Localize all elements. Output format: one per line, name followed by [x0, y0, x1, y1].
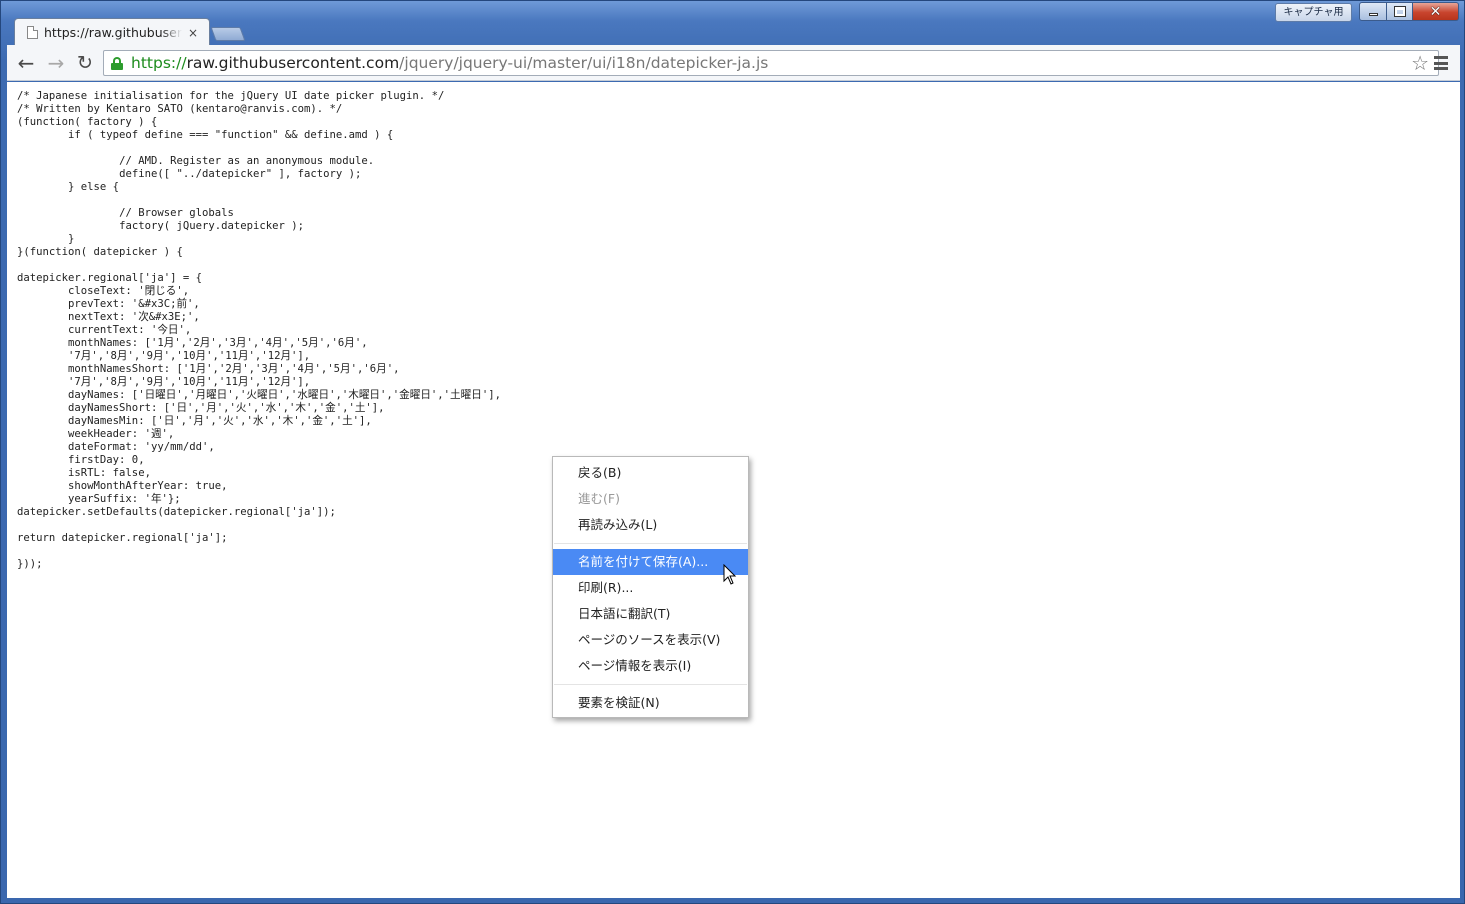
toolbar: ← → ↻ https://raw.githubusercontent.com/…	[7, 45, 1460, 81]
close-window-button[interactable]: ✕	[1413, 2, 1459, 21]
url-text: https://raw.githubusercontent.com/jquery…	[131, 54, 768, 72]
url-path: /jquery/jquery-ui/master/ui/i18n/datepic…	[399, 54, 769, 72]
tab-active[interactable]: https://raw.githubusercontent.com/jquery…	[14, 18, 210, 46]
context-menu: 戻る(B) 進む(F) 再読み込み(L) 名前を付けて保存(A)... 印刷(R…	[552, 456, 749, 718]
chrome-menu-icon[interactable]	[1434, 56, 1448, 70]
maximize-button[interactable]	[1387, 2, 1413, 21]
menu-item-print[interactable]: 印刷(R)...	[553, 575, 748, 601]
menu-item-save-as[interactable]: 名前を付けて保存(A)...	[553, 549, 748, 575]
back-arrow-icon: ←	[17, 51, 35, 75]
capture-button[interactable]: キャプチャ用	[1275, 3, 1352, 22]
menu-item-view-source[interactable]: ページのソースを表示(V)	[553, 627, 748, 653]
source-code: /* Japanese initialisation for the jQuer…	[17, 90, 501, 570]
back-button[interactable]: ←	[14, 51, 38, 75]
tab-close-icon[interactable]: ×	[188, 26, 198, 40]
mouse-cursor-icon	[723, 564, 737, 585]
menu-separator	[554, 684, 747, 685]
url-scheme: https://	[131, 54, 187, 72]
url-host: raw.githubusercontent.com	[186, 54, 400, 72]
menu-item-translate[interactable]: 日本語に翻訳(T)	[553, 601, 748, 627]
window-controls: ✕	[1359, 2, 1459, 22]
tab-title: https://raw.githubusercontent.com/jquery…	[44, 25, 182, 40]
browser-window: キャプチャ用 ✕ https://raw.githubusercontent.c…	[0, 0, 1465, 904]
page-icon	[27, 26, 38, 39]
forward-arrow-icon: →	[47, 51, 65, 75]
lock-icon	[111, 56, 123, 70]
menu-item-back[interactable]: 戻る(B)	[553, 460, 748, 486]
menu-separator	[554, 543, 747, 544]
bookmark-star-icon[interactable]: ☆	[1411, 51, 1429, 75]
reload-button[interactable]: ↻	[73, 51, 97, 75]
menu-item-reload[interactable]: 再読み込み(L)	[553, 512, 748, 538]
reload-icon: ↻	[77, 52, 93, 74]
close-icon: ✕	[1429, 3, 1442, 20]
address-bar[interactable]: https://raw.githubusercontent.com/jquery…	[103, 50, 1439, 76]
minimize-button[interactable]	[1359, 2, 1387, 21]
menu-item-inspect[interactable]: 要素を検証(N)	[553, 690, 748, 716]
forward-button[interactable]: →	[44, 51, 68, 75]
new-tab-button[interactable]	[210, 27, 246, 41]
minimize-icon	[1368, 13, 1378, 16]
maximize-icon	[1393, 6, 1406, 17]
menu-item-page-info[interactable]: ページ情報を表示(I)	[553, 653, 748, 679]
menu-item-forward: 進む(F)	[578, 491, 620, 506]
